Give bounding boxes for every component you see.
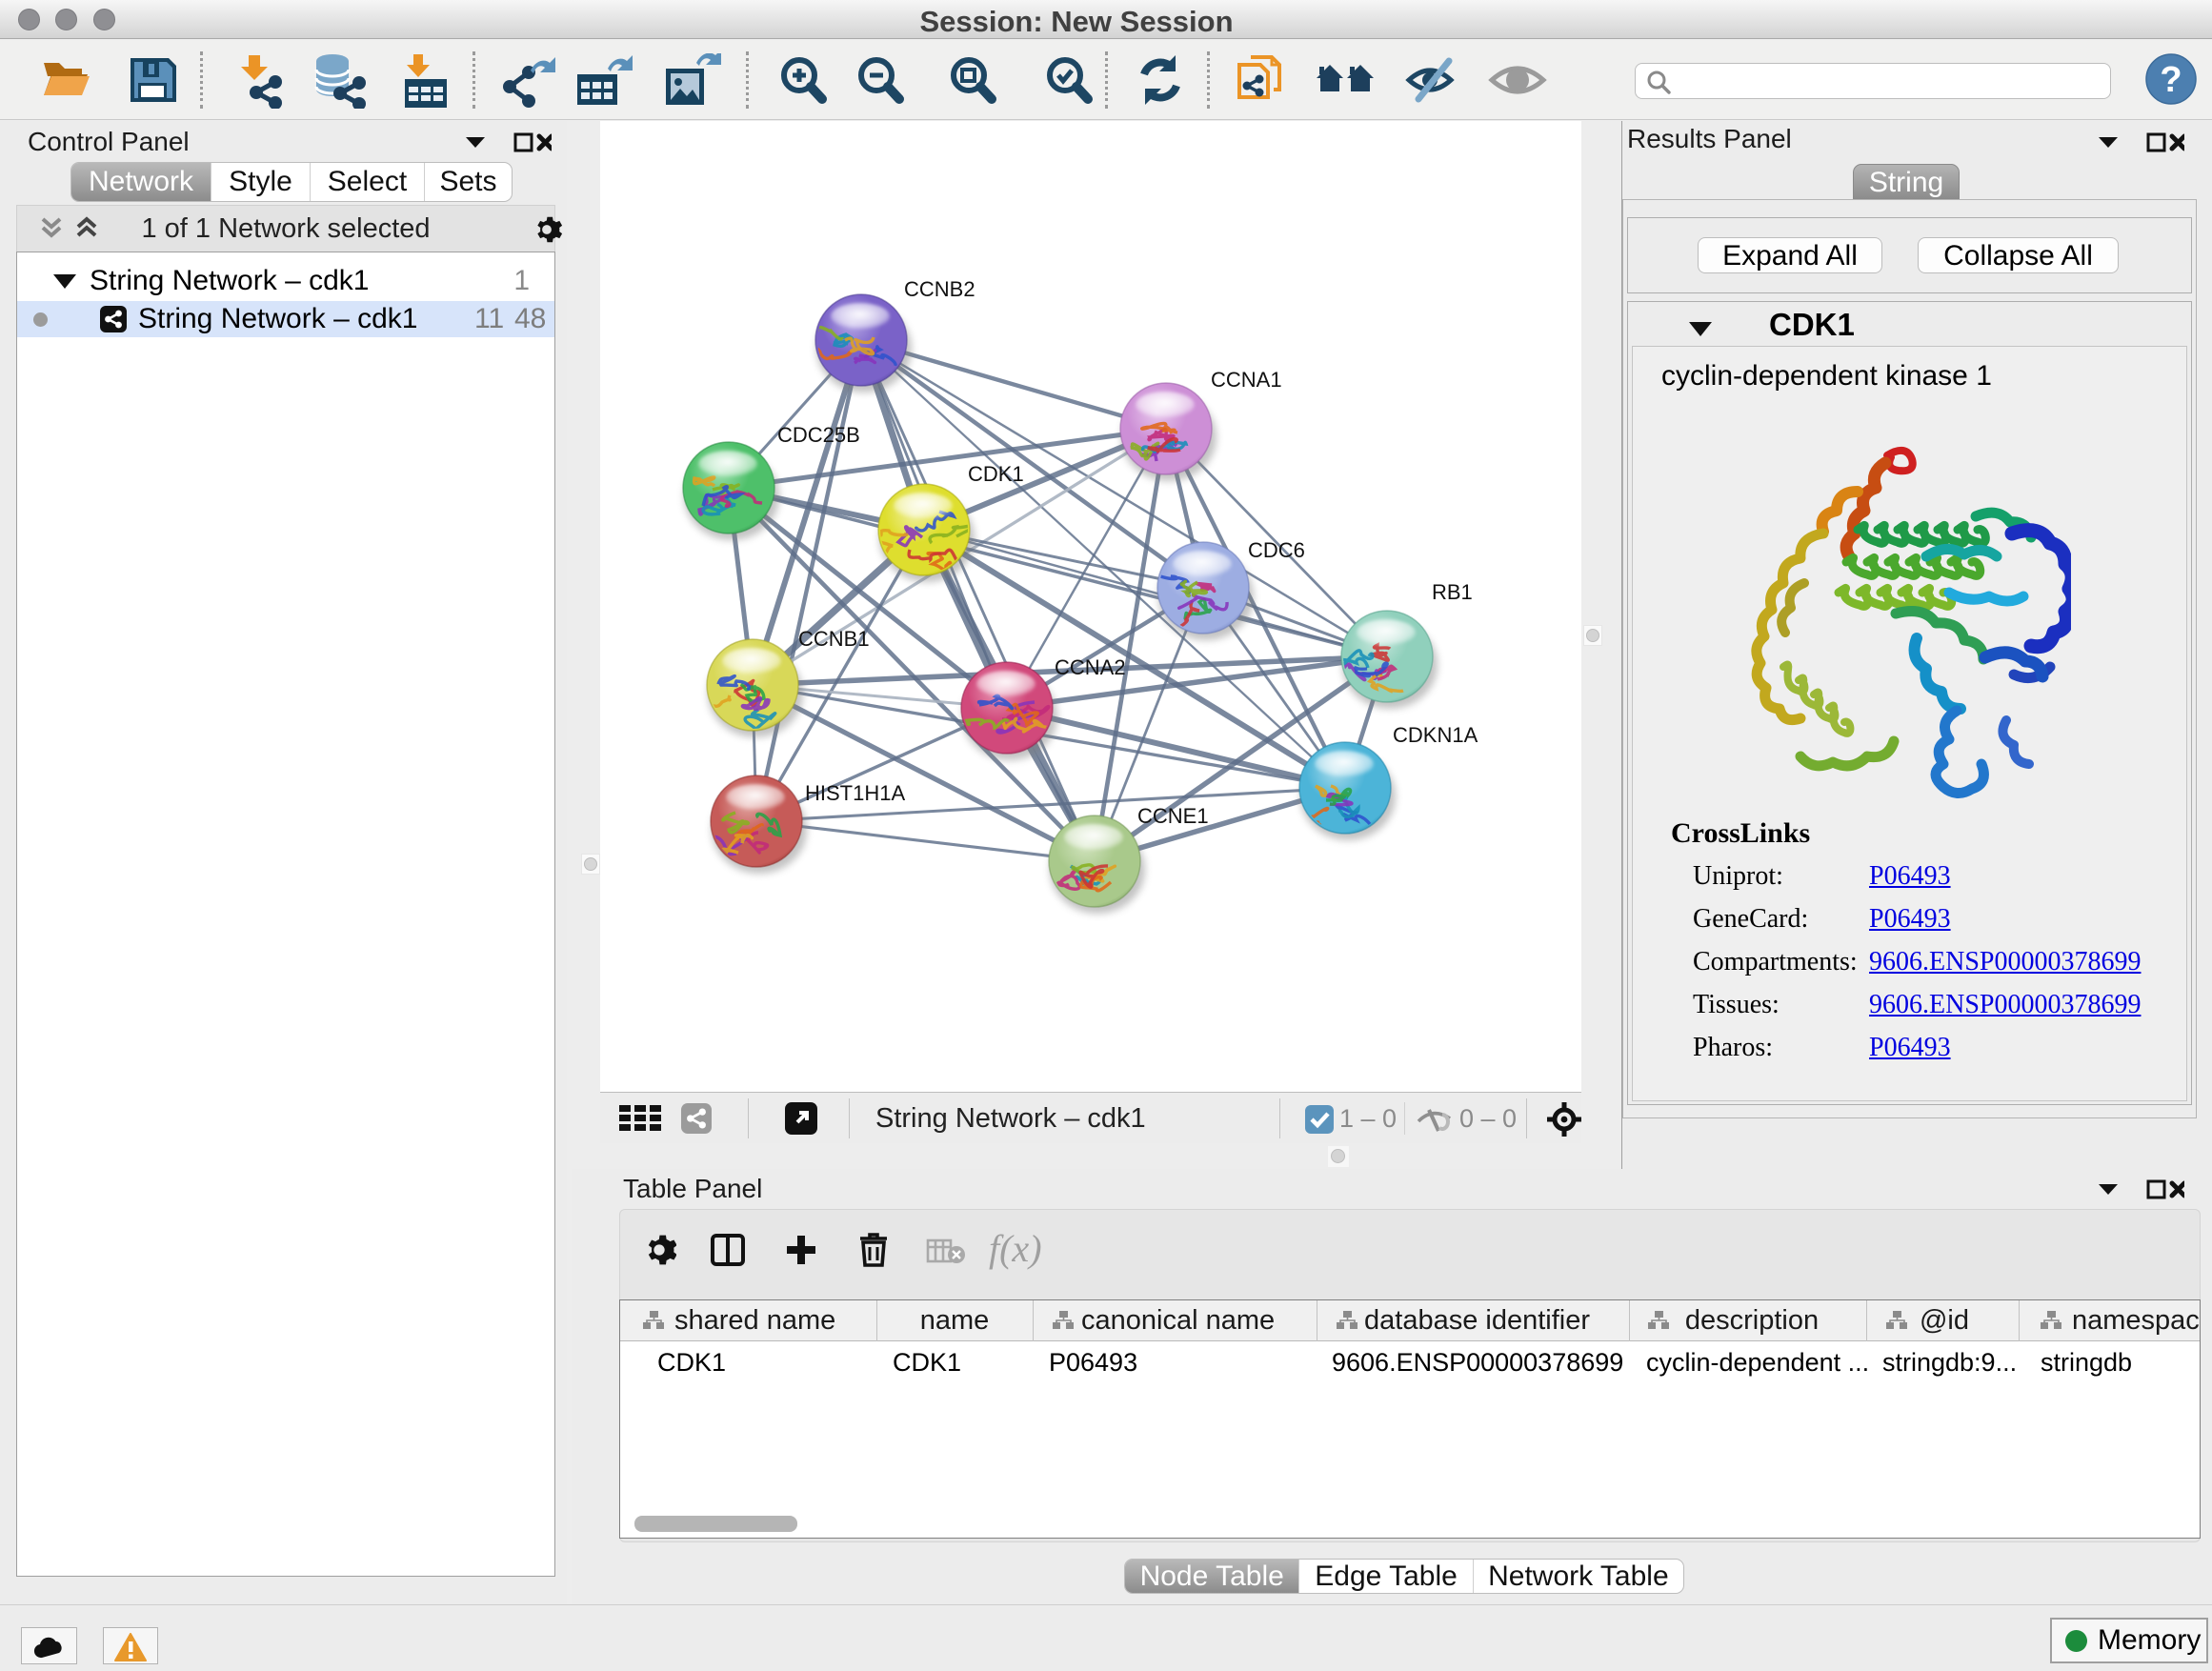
- svg-text:RB1: RB1: [1432, 580, 1473, 604]
- svg-text:CCNA2: CCNA2: [1055, 655, 1126, 679]
- svg-text:CDC25B: CDC25B: [777, 423, 860, 447]
- svg-text:?: ?: [2160, 60, 2182, 100]
- svg-text:CDC6: CDC6: [1248, 538, 1305, 562]
- svg-text:CDKN1A: CDKN1A: [1393, 723, 1478, 747]
- svg-text:CCNA1: CCNA1: [1211, 368, 1282, 392]
- svg-text:CCNB1: CCNB1: [798, 627, 870, 651]
- svg-text:CCNE1: CCNE1: [1137, 804, 1209, 828]
- svg-text:CCNB2: CCNB2: [904, 277, 975, 301]
- svg-text:HIST1H1A: HIST1H1A: [805, 781, 905, 805]
- svg-text:CDK1: CDK1: [968, 462, 1024, 486]
